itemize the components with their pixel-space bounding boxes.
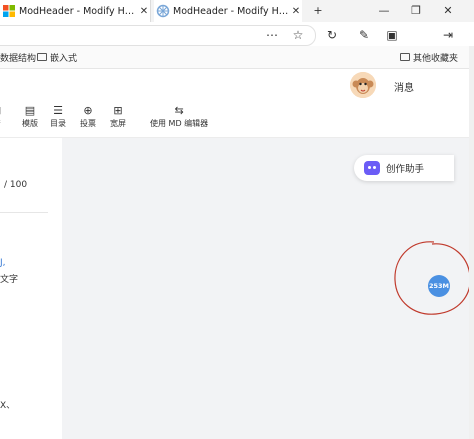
toolbar-md-editor[interactable]: ⇆ 使用 MD 编辑器 <box>150 104 208 134</box>
collections-icon[interactable]: ✎ <box>354 26 374 44</box>
toolbar-item-label: 投票 <box>80 119 96 128</box>
bookmark-label: 数据结构 <box>0 53 37 64</box>
close-window-button[interactable]: ✕ <box>438 2 458 20</box>
robot-icon <box>364 161 380 175</box>
bookmark-embedded[interactable]: 嵌入式 <box>37 49 77 65</box>
new-tab-button[interactable]: + <box>308 2 328 20</box>
tab-close-icon[interactable]: ✕ <box>290 6 302 17</box>
bookmark-label: 其他收藏夹 <box>413 53 459 64</box>
toolbar-item-label: 目录 <box>50 119 66 128</box>
toolbar-vote[interactable]: ⊕ 投票 <box>80 104 96 134</box>
bookmark-label: 嵌入式 <box>50 53 78 64</box>
avatar[interactable] <box>350 72 376 98</box>
modheader-logo-icon <box>156 4 170 18</box>
tab-close-icon[interactable]: ✕ <box>138 6 150 17</box>
title-char-counter: / 100 <box>4 180 28 190</box>
writing-assistant-button[interactable]: 创作助手 <box>354 155 454 181</box>
annotation-circle <box>394 241 471 315</box>
favorite-star-icon[interactable]: ☆ <box>288 26 308 44</box>
editor-toolbar <box>0 103 474 138</box>
tab-title: ModHeader - Modify HTTP heade <box>173 5 290 17</box>
bookmark-data-structures[interactable]: 数据结构 <box>0 49 36 65</box>
minimize-button[interactable]: — <box>374 2 394 20</box>
template-icon: ▤ <box>24 104 36 117</box>
screen-capture-icon[interactable]: ▣ <box>382 26 402 44</box>
toolbar-widescreen[interactable]: ⊞ 宽屏 <box>110 104 126 134</box>
toolbar-item-icon: ⊡ <box>0 104 1 118</box>
tab-title: ModHeader - Modify HTTP heade <box>19 5 138 17</box>
page-scrollbar[interactable] <box>469 46 474 439</box>
microsoft-logo-icon <box>3 5 15 17</box>
toolbar-partial[interactable]: ⊡ 糖 <box>0 104 1 134</box>
restore-button[interactable]: ❐ <box>406 2 426 20</box>
tab-modheader-2[interactable]: ModHeader - Modify HTTP heade ✕ <box>154 0 302 22</box>
tab-modheader-1[interactable]: ModHeader - Modify HTTP heade ✕ <box>0 0 151 22</box>
toolbar-item-label: 模版 <box>22 119 38 128</box>
toolbar-toc[interactable]: ☰ 目录 <box>50 104 66 134</box>
refresh-icon[interactable]: ↻ <box>322 26 342 44</box>
editor-text: X、 <box>0 401 16 411</box>
vote-icon: ⊕ <box>83 104 93 117</box>
editor-text-link: J, <box>0 258 6 268</box>
folder-icon <box>400 53 410 61</box>
folder-icon <box>37 53 47 61</box>
toolbar-item-label: 糖 <box>0 118 1 129</box>
toolbar-item-label: 使用 MD 编辑器 <box>150 119 209 128</box>
bookmark-other[interactable]: 其他收藏夹 <box>400 49 458 65</box>
widescreen-icon: ⊞ <box>113 104 123 117</box>
toolbar-item-label: 宽屏 <box>110 119 126 128</box>
toolbar-template[interactable]: ▤ 模版 <box>22 104 38 134</box>
editor-card[interactable] <box>0 154 62 439</box>
more-icon[interactable]: ⋯ <box>262 26 282 44</box>
assistant-label: 创作助手 <box>386 164 425 175</box>
editor-text: 文字 <box>0 275 19 285</box>
divider <box>0 212 48 213</box>
messages-link[interactable]: 消息 <box>394 79 414 94</box>
exit-icon[interactable]: ⇥ <box>438 26 458 44</box>
toc-icon: ☰ <box>53 104 63 117</box>
monkey-avatar-icon <box>350 72 376 98</box>
switch-icon: ⇆ <box>174 104 184 117</box>
